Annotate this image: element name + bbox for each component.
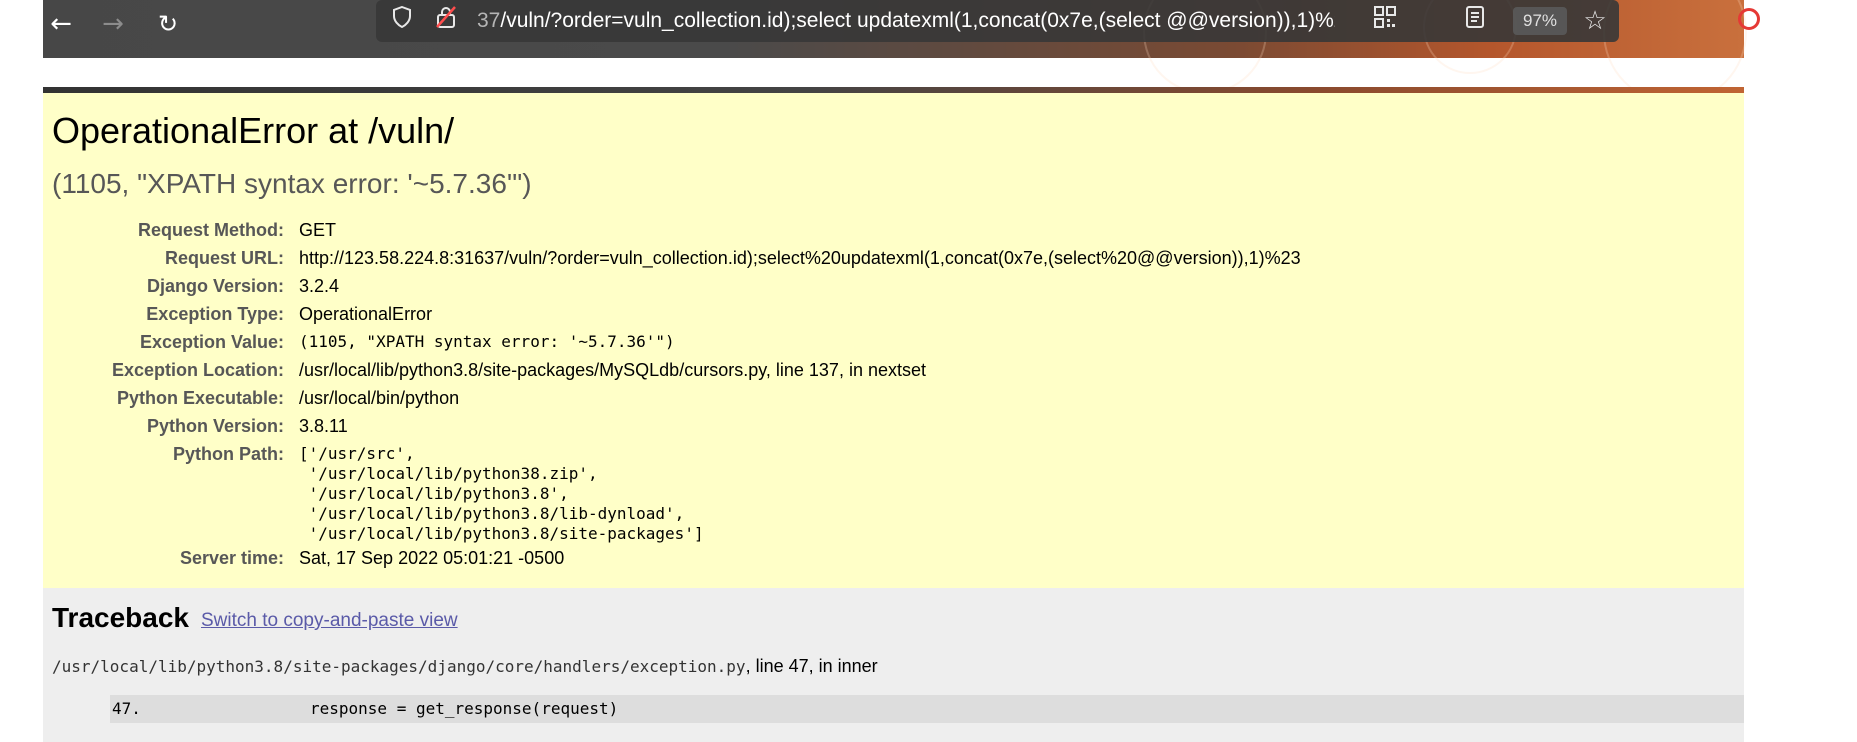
meta-label: Server time: [179,548,284,568]
blocked-indicator-icon[interactable] [1738,8,1760,30]
meta-label: Python Version: [146,416,284,436]
bookmark-star-icon[interactable]: ☆ [1579,5,1611,37]
meta-value: /usr/local/bin/python [299,388,460,408]
traceback-frame-header: /usr/local/lib/python3.8/site-packages/d… [52,656,878,677]
meta-label: Exception Location: [111,360,284,380]
address-bar[interactable]: 37/vuln/?order=vuln_collection.id);selec… [376,0,1619,42]
meta-value: /usr/local/lib/python3.8/site-packages/M… [299,360,926,380]
tracking-shield-icon[interactable] [386,5,418,37]
url-path: /vuln/?order=vuln_collection.id);select … [500,9,1335,32]
traceback-heading: Traceback [52,602,189,633]
meta-label: Python Path: [173,444,284,464]
meta-label: Exception Type: [146,304,284,324]
meta-value: (1105, "XPATH syntax error: '~5.7.36'") [299,332,675,351]
insecure-lock-icon[interactable] [430,5,462,37]
meta-row-python-executable: Python Executable: /usr/local/bin/python [43,384,1744,412]
qr-code-icon[interactable] [1369,5,1401,37]
python-path-entry: '/usr/local/lib/python3.8/lib-dynload', [299,504,685,523]
meta-value: Sat, 17 Sep 2022 05:01:21 -0500 [299,548,565,568]
error-subtitle: (1105, "XPATH syntax error: '~5.7.36'") [52,168,532,199]
copy-paste-view-link[interactable]: Switch to copy-and-paste view [201,610,458,632]
reload-icon[interactable]: ↻ [150,6,186,42]
reader-view-icon[interactable] [1459,5,1491,37]
forward-arrow-icon[interactable]: → [95,6,131,42]
meta-value: OperationalError [299,304,433,324]
python-path-list: ['/usr/src', '/usr/local/lib/python38.zi… [299,444,704,544]
python-path-entry: '/usr/local/lib/python3.8', [299,484,569,503]
meta-row-exception-location: Exception Location: /usr/local/lib/pytho… [43,356,1744,384]
meta-value: 3.8.11 [299,416,348,436]
meta-label: Request URL: [164,248,284,268]
python-path-entry: ['/usr/src', [299,444,415,463]
meta-value: GET [299,220,337,240]
url-text[interactable]: 37/vuln/?order=vuln_collection.id);selec… [477,6,1335,36]
code-line-text: response = get_response(request) [310,699,619,718]
meta-row-server-time: Server time: Sat, 17 Sep 2022 05:01:21 -… [43,544,1744,572]
page-title: OperationalError at /vuln/ [52,110,455,151]
url-scroll-prefix: 37 [477,9,501,32]
meta-row-exception-type: Exception Type: OperationalError [43,300,1744,328]
meta-label: Django Version: [146,276,284,296]
meta-row-django-version: Django Version: 3.2.4 [43,272,1744,300]
meta-label: Python Executable: [116,388,284,408]
browser-toolbar: ← → ↻ 37/vuln/?order=vuln_collection.id)… [43,0,1747,104]
code-line-number: 47. [112,699,141,718]
python-path-entry: '/usr/local/lib/python38.zip', [299,464,598,483]
meta-label: Exception Value: [139,332,284,352]
meta-value: 3.2.4 [299,276,340,296]
meta-row-python-version: Python Version: 3.8.11 [43,412,1744,440]
meta-value: http://123.58.224.8:31637/vuln/?order=vu… [299,248,1301,268]
frame-filename: /usr/local/lib/python3.8/site-packages/d… [52,657,746,676]
traceback-code-line[interactable]: 47. response = get_response(request) [110,695,1744,723]
meta-label: Request Method: [138,220,284,240]
python-path-entry: '/usr/local/lib/python3.8/site-packages'… [299,524,704,543]
zoom-level-badge[interactable]: 97% [1513,7,1567,35]
meta-row-request-method: Request Method: GET [43,216,1744,244]
frame-location: , line 47, in inner [745,656,878,676]
back-arrow-icon[interactable]: ← [43,6,79,42]
meta-row-exception-value: Exception Value: (1105, "XPATH syntax er… [43,328,1744,356]
meta-row-python-path: Python Path: ['/usr/src', '/usr/local/li… [43,440,1744,550]
error-summary: OperationalError at /vuln/ (1105, "XPATH… [43,93,1744,588]
meta-row-request-url: Request URL: http://123.58.224.8:31637/v… [43,244,1744,272]
traceback-section: Traceback Switch to copy-and-paste view … [43,588,1744,742]
